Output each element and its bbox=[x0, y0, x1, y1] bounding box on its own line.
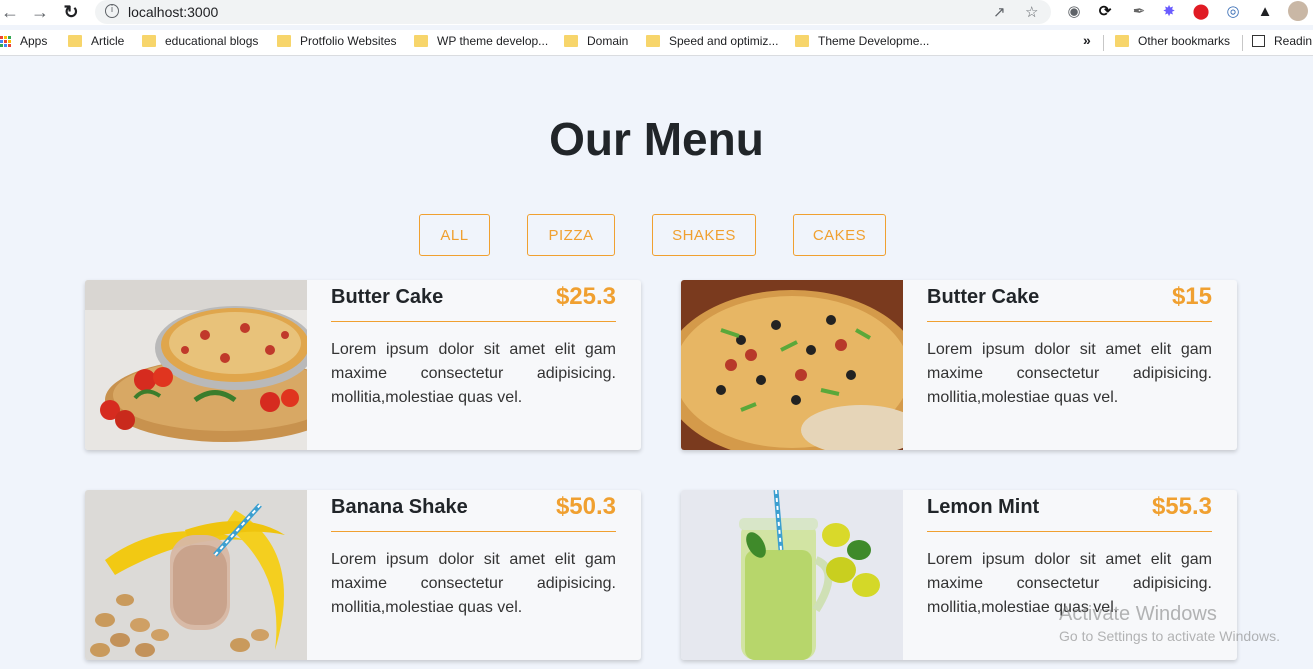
windows-activation-watermark: Activate Windows Go to Settings to activ… bbox=[1059, 603, 1280, 644]
filter-all-button[interactable]: ALL bbox=[419, 214, 490, 256]
bookmark-folder-portfolio-websites[interactable]: Protfolio Websites bbox=[277, 34, 397, 48]
item-name: Banana Shake bbox=[331, 496, 468, 518]
item-divider bbox=[331, 321, 616, 322]
folder-icon bbox=[795, 35, 809, 47]
folder-icon bbox=[646, 35, 660, 47]
profile-avatar[interactable] bbox=[1288, 1, 1308, 21]
bookmark-folder-article[interactable]: Article bbox=[68, 34, 124, 48]
forward-icon[interactable]: → bbox=[30, 2, 50, 22]
folder-icon bbox=[142, 35, 156, 47]
reading-list-label: Readin bbox=[1274, 34, 1313, 48]
bookmark-star-icon[interactable]: ☆ bbox=[1025, 3, 1038, 21]
globe-extension-icon[interactable]: ◎ bbox=[1224, 3, 1242, 21]
browser-toolbar: ← → ↻ i localhost:3000 ↗ ☆ ◉ ⟳ ✒ ✸ ⬤ ◎ ▲ bbox=[0, 0, 1313, 25]
reading-list-icon bbox=[1252, 35, 1265, 47]
watermark-subtitle: Go to Settings to activate Windows. bbox=[1059, 628, 1280, 644]
item-price: $50.3 bbox=[555, 493, 616, 520]
pen-extension-icon[interactable]: ✒ bbox=[1130, 3, 1148, 21]
adblock-extension-icon[interactable]: ⬤ bbox=[1192, 3, 1210, 21]
bookmark-label: Protfolio Websites bbox=[300, 34, 397, 48]
item-price: $55.3 bbox=[1151, 493, 1212, 520]
page-title: Our Menu bbox=[549, 113, 764, 165]
item-name: Butter Cake bbox=[927, 286, 1040, 308]
camera-icon[interactable]: ◉ bbox=[1065, 3, 1083, 21]
bookmarks-bar: Apps Article educational blogs Protfolio… bbox=[0, 30, 1313, 56]
bookmark-folder-educational-blogs[interactable]: educational blogs bbox=[142, 34, 258, 48]
site-info-icon[interactable]: i bbox=[105, 4, 119, 18]
bookmarks-divider bbox=[1242, 35, 1243, 51]
folder-icon bbox=[564, 35, 578, 47]
bookmark-folder-wp-theme[interactable]: WP theme develop... bbox=[414, 34, 548, 48]
watermark-title: Activate Windows bbox=[1059, 603, 1217, 625]
back-icon[interactable]: ← bbox=[0, 2, 20, 22]
item-description: Lorem ipsum dolor sit amet elit gam maxi… bbox=[331, 551, 616, 616]
folder-icon bbox=[277, 35, 291, 47]
bookmark-label: Apps bbox=[20, 34, 48, 48]
bookmark-other-bookmarks[interactable]: Other bookmarks bbox=[1115, 34, 1230, 48]
bookmark-folder-theme-development[interactable]: Theme Developme... bbox=[795, 34, 929, 48]
apps-grid-icon bbox=[0, 35, 11, 47]
lemon-mint-photo bbox=[681, 490, 903, 660]
extensions-puzzle-icon[interactable]: ▲ bbox=[1256, 3, 1274, 21]
bookmark-label: Domain bbox=[587, 34, 629, 48]
bookmark-apps[interactable]: Apps bbox=[0, 34, 47, 48]
folder-icon bbox=[414, 35, 428, 47]
bookmark-folder-speed[interactable]: Speed and optimiz... bbox=[646, 34, 778, 48]
filter-pizza-button[interactable]: PIZZA bbox=[527, 214, 615, 256]
bookmark-folder-domain[interactable]: Domain bbox=[564, 34, 628, 48]
filter-shakes-button[interactable]: SHAKES bbox=[652, 214, 756, 256]
pizza-olive-photo bbox=[681, 280, 903, 450]
bookmark-label: Speed and optimiz... bbox=[669, 34, 779, 48]
bookmark-label: Theme Developme... bbox=[818, 34, 930, 48]
bookmark-label: WP theme develop... bbox=[437, 34, 549, 48]
folder-icon bbox=[1115, 35, 1129, 47]
item-name: Lemon Mint bbox=[927, 496, 1040, 518]
item-divider bbox=[927, 321, 1212, 322]
pizza-tomato-photo bbox=[85, 280, 307, 450]
filter-bar: ALL PIZZA SHAKES CAKES bbox=[0, 214, 1313, 256]
menu-card[interactable]: Butter Cake $25.3 Lorem ipsum dolor sit … bbox=[85, 280, 641, 450]
menu-card[interactable]: Butter Cake $15 Lorem ipsum dolor sit am… bbox=[681, 280, 1237, 450]
bookmarks-overflow-icon[interactable]: » bbox=[1083, 32, 1091, 48]
bookmark-label: Article bbox=[91, 34, 125, 48]
bookmark-label: Other bookmarks bbox=[1138, 34, 1231, 48]
color-extension-icon[interactable]: ✸ bbox=[1160, 3, 1178, 21]
reading-list[interactable]: Readin bbox=[1252, 34, 1312, 48]
item-description: Lorem ipsum dolor sit amet elit gam maxi… bbox=[927, 341, 1212, 406]
folder-icon bbox=[68, 35, 82, 47]
reload-icon[interactable]: ↻ bbox=[61, 2, 81, 22]
address-url[interactable]: localhost:3000 bbox=[128, 4, 218, 20]
filter-cakes-button[interactable]: CAKES bbox=[793, 214, 886, 256]
bookmark-label: educational blogs bbox=[165, 34, 259, 48]
share-icon[interactable]: ↗ bbox=[993, 3, 1006, 21]
item-divider bbox=[331, 531, 616, 532]
sync-extension-icon[interactable]: ⟳ bbox=[1096, 3, 1114, 21]
item-divider bbox=[927, 531, 1212, 532]
address-bar[interactable]: i localhost:3000 ↗ ☆ bbox=[95, 0, 1051, 24]
item-price: $25.3 bbox=[555, 283, 616, 310]
banana-shake-photo bbox=[85, 490, 307, 660]
item-name: Butter Cake bbox=[331, 286, 444, 308]
item-price: $15 bbox=[1171, 283, 1212, 310]
menu-card[interactable]: Banana Shake $50.3 Lorem ipsum dolor sit… bbox=[85, 490, 641, 660]
item-description: Lorem ipsum dolor sit amet elit gam maxi… bbox=[331, 341, 616, 406]
bookmarks-divider bbox=[1103, 35, 1104, 51]
